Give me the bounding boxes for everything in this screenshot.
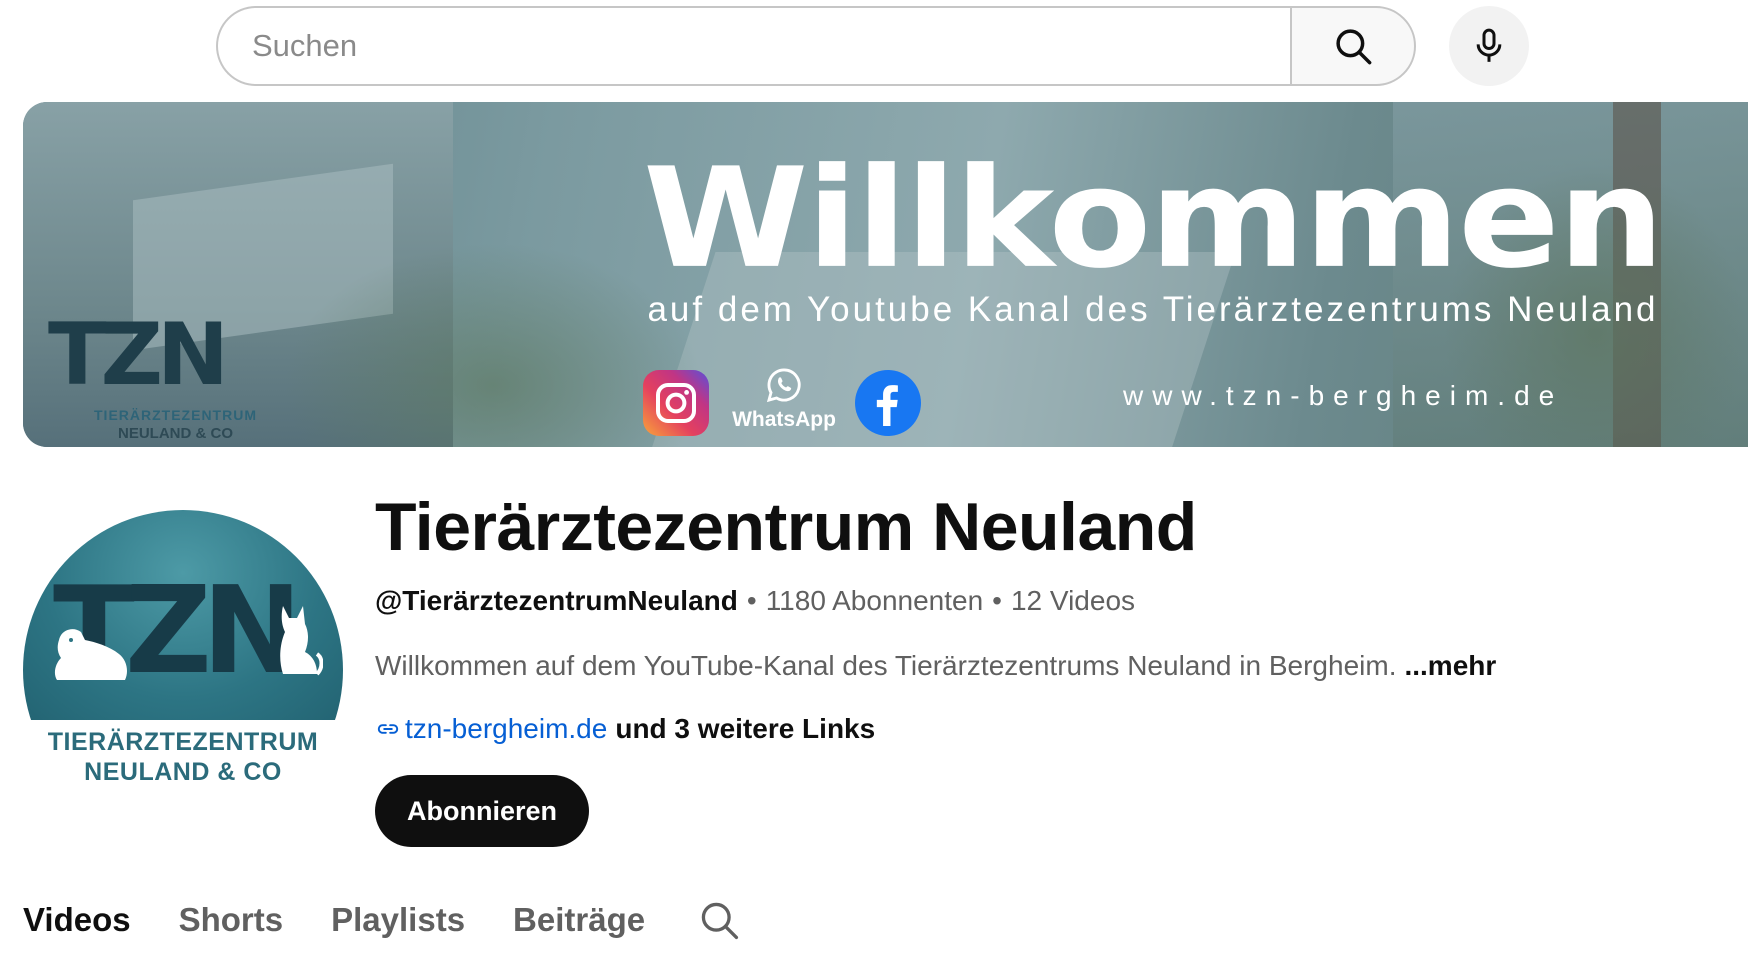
description-more-button[interactable]: ...mehr: [1404, 650, 1496, 681]
tab-videos[interactable]: Videos: [23, 901, 131, 939]
channel-links: tzn-bergheim.de und 3 weitere Links: [375, 713, 875, 745]
more-links-button[interactable]: und 3 weitere Links: [615, 713, 875, 745]
meta-separator: •: [992, 585, 1002, 616]
mic-icon: [1476, 28, 1502, 62]
whatsapp-label: WhatsApp: [732, 408, 836, 431]
search-bar: [216, 6, 1416, 86]
channel-description[interactable]: Willkommen auf dem YouTube-Kanal des Tie…: [375, 650, 1496, 682]
channel-banner: TZN TIERÄRZTEZENTRUM NEULAND & CO Willko…: [23, 102, 1748, 447]
tab-playlists[interactable]: Playlists: [331, 901, 465, 939]
search-button[interactable]: [1290, 6, 1416, 86]
channel-avatar[interactable]: TZN TIERÄRZTEZENTRUM NEULAND & CO: [23, 510, 343, 830]
banner-logo: TZN TIERÄRZTEZENTRUM NEULAND & CO: [48, 312, 258, 447]
banner-url: www.tzn-bergheim.de: [1123, 380, 1564, 411]
description-text: Willkommen auf dem YouTube-Kanal des Tie…: [375, 650, 1397, 681]
voice-search-button[interactable]: [1449, 6, 1529, 86]
tab-search-button[interactable]: [697, 898, 741, 942]
tab-search-icon: [701, 902, 739, 940]
channel-tabs: Videos Shorts Playlists Beiträge: [23, 898, 741, 942]
whatsapp-badge: WhatsApp: [729, 366, 839, 432]
tab-shorts[interactable]: Shorts: [179, 901, 284, 939]
tab-posts[interactable]: Beiträge: [513, 901, 645, 939]
cat-icon: [280, 606, 323, 676]
subscribe-button[interactable]: Abonnieren: [375, 775, 590, 847]
dog-icon: [54, 629, 128, 680]
link-icon: [375, 716, 401, 742]
channel-link[interactable]: tzn-bergheim.de: [405, 713, 607, 745]
whatsapp-icon: [766, 368, 801, 403]
banner-logo-mark: TZN: [48, 305, 229, 405]
channel-handle: @TierärztezentrumNeuland: [375, 585, 738, 616]
avatar-line1: TIERÄRZTEZENTRUM: [47, 728, 319, 756]
search-box[interactable]: [216, 6, 1290, 86]
banner-title: Willkommen: [643, 138, 1665, 300]
banner-bg-foliage: [283, 242, 703, 447]
channel-name: Tierärztezentrum Neuland: [375, 489, 1197, 565]
search-input[interactable]: [252, 28, 1290, 64]
search-icon: [1336, 29, 1372, 65]
instagram-icon: [643, 370, 709, 436]
meta-separator: •: [746, 585, 757, 616]
banner-logo-line2: NEULAND & CO: [118, 425, 233, 442]
subscriber-count: 1180 Abonnenten: [765, 585, 984, 616]
channel-meta: @TierärztezentrumNeuland • 1180 Abonnent…: [375, 585, 1135, 617]
avatar-line2: NEULAND & CO: [84, 758, 282, 786]
facebook-icon: [855, 370, 921, 436]
video-count: 12 Videos: [1010, 585, 1136, 616]
banner-subtitle: auf dem Youtube Kanal des Tierärztezentr…: [647, 290, 1659, 329]
banner-logo-line1: TIERÄRZTEZENTRUM: [94, 407, 257, 423]
